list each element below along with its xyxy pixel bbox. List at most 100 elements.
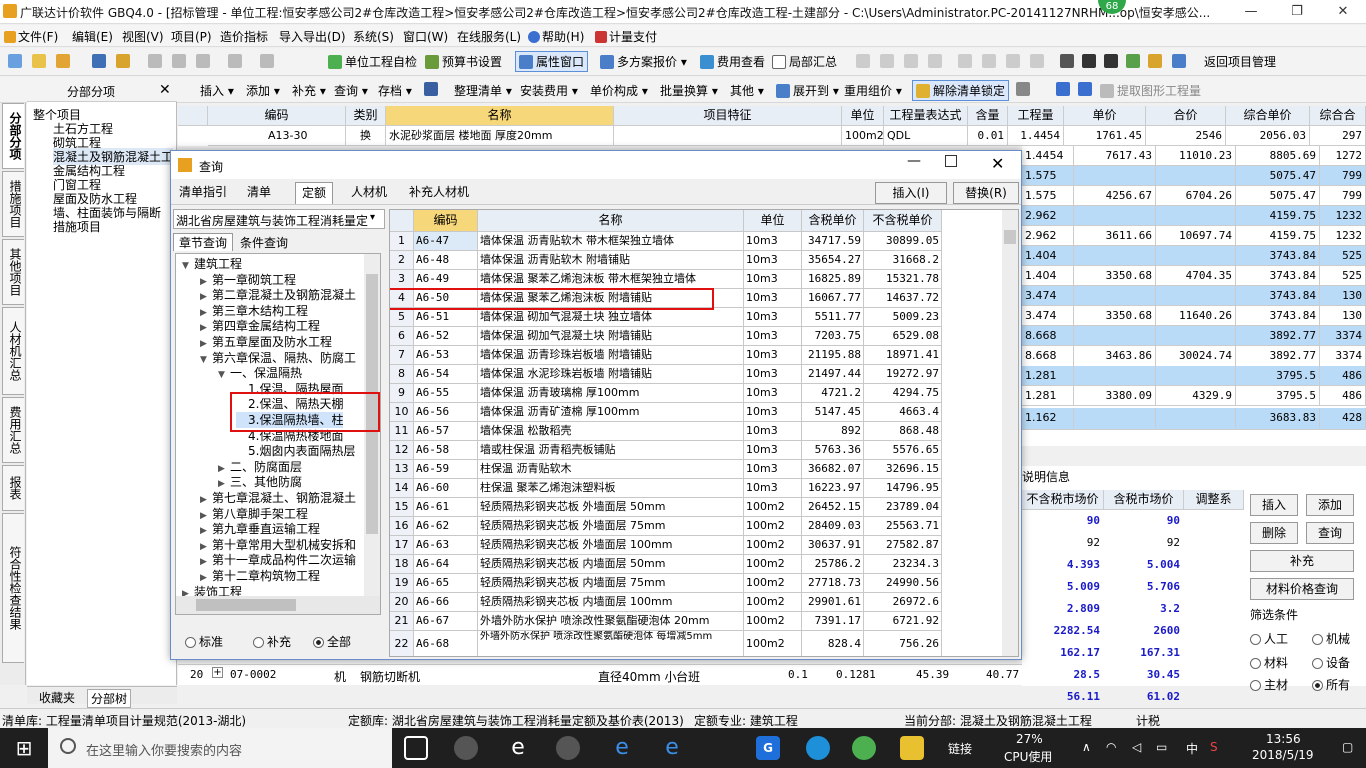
table-row[interactable]: 2.962 3611.66 10697.74 4159.75 1232 <box>1022 226 1366 246</box>
cell-composite-price[interactable]: 3795.5 <box>1236 366 1320 386</box>
cell-price[interactable]: 3463.86 <box>1074 346 1156 366</box>
cell-composite-total[interactable]: 3374 <box>1320 346 1366 366</box>
cell-quantity[interactable]: 1.281 <box>1022 366 1074 386</box>
detail-query-button[interactable]: 查询 <box>1306 522 1354 544</box>
cell-price[interactable]: 4256.67 <box>1074 186 1156 206</box>
sogou-icon[interactable]: S <box>1210 740 1218 754</box>
col-header-content[interactable]: 含量 <box>968 106 1008 126</box>
col-header-composite-price[interactable]: 综合单价 <box>1226 106 1310 126</box>
radio-standard[interactable]: 标准 <box>185 633 223 650</box>
cell-quantity[interactable]: 1.4454 <box>1022 146 1074 166</box>
restore-button[interactable]: ❐ <box>1274 0 1320 24</box>
row-number[interactable]: 16 <box>390 517 414 536</box>
redo-icon[interactable] <box>260 54 274 68</box>
col-header-code[interactable]: 编码 <box>414 210 478 232</box>
supplement-menu-button[interactable]: 补充 ▾ <box>292 82 326 99</box>
up-arrow-icon[interactable] <box>1056 82 1070 96</box>
taskbar-search-box[interactable]: 在这里输入你要搜索的内容 <box>48 728 392 768</box>
clock-time[interactable]: 13:56 <box>1266 732 1301 746</box>
tab-other-items[interactable]: 其他项目 <box>2 239 24 305</box>
tree-node[interactable]: ▶ 第八章脚手架工程 <box>200 506 308 522</box>
radio-all[interactable]: 全部 <box>313 633 351 650</box>
cell-name[interactable]: 轻质隔热彩钢夹芯板 内墙面层 100mm <box>478 593 744 612</box>
sort-list-button[interactable]: 整理清单 ▾ <box>454 82 512 99</box>
cell-quantity[interactable]: 1.404 <box>1022 266 1074 286</box>
menu-measure-pay[interactable]: 计量支付 <box>595 28 657 45</box>
cell-notax-price[interactable]: 23234.3 <box>864 555 942 574</box>
cell-name[interactable]: 墙体保温 沥青贴软木 带木框架独立墙体 <box>478 232 744 251</box>
cell-price[interactable] <box>1074 366 1156 386</box>
col-header-expression[interactable]: 工程量表达式 <box>884 106 968 126</box>
close-button[interactable]: ✕ <box>1320 0 1366 24</box>
row-number[interactable]: 5 <box>390 308 414 327</box>
cell-composite-price[interactable]: 3892.77 <box>1236 326 1320 346</box>
row-number[interactable]: 14 <box>390 479 414 498</box>
cell-unit[interactable]: 10m3 <box>744 327 802 346</box>
menu-system[interactable]: 系统(S) <box>353 28 394 45</box>
filter-material-radio[interactable]: 材料 <box>1250 654 1288 671</box>
cell-composite-total[interactable]: 130 <box>1320 286 1366 306</box>
cell-composite-total[interactable]: 799 <box>1320 186 1366 206</box>
cell-notax-price[interactable]: 4663.4 <box>864 403 942 422</box>
expand-to-button[interactable]: 展开到 ▾ <box>776 82 839 99</box>
expand-plus-icon[interactable]: + <box>212 667 223 678</box>
detail-market-price[interactable]: 5.009 <box>1022 580 1100 593</box>
cell-code[interactable]: A6-62 <box>414 517 478 536</box>
cell-composite-total[interactable]: 297 <box>1310 126 1366 146</box>
detail-add-button[interactable]: 添加 <box>1306 494 1354 516</box>
row-number[interactable]: 13 <box>390 460 414 479</box>
cell-composite-price[interactable]: 4159.75 <box>1236 226 1320 246</box>
binoculars-icon[interactable] <box>424 82 438 96</box>
table-row[interactable]: 1.404 3743.84 525 <box>1022 246 1366 266</box>
menu-file[interactable]: 文件(F) <box>4 28 58 45</box>
cell-unit[interactable]: 100m2 <box>744 593 802 612</box>
cell-price[interactable] <box>1074 286 1156 306</box>
cell-name[interactable]: 墙体保温 砌加气混凝土块 独立墙体 <box>478 308 744 327</box>
cell-composite-total[interactable]: 1232 <box>1320 206 1366 226</box>
cell-composite-price[interactable]: 3795.5 <box>1236 386 1320 406</box>
cell-total[interactable]: 4704.35 <box>1156 266 1236 286</box>
cell-name[interactable]: 轻质隔热彩钢夹芯板 外墙面层 75mm <box>478 517 744 536</box>
detail-insert-button[interactable]: 插入 <box>1250 494 1298 516</box>
col-header-unit[interactable]: 单位 <box>744 210 802 232</box>
cell-unit[interactable]: 100m2 <box>744 612 802 631</box>
material-price-query-button[interactable]: 材料价格查询 <box>1250 578 1354 600</box>
reuse-price-button[interactable]: 重用组价 ▾ <box>844 82 902 99</box>
cell-unit[interactable]: 10m3 <box>744 346 802 365</box>
row-number[interactable]: 18 <box>390 555 414 574</box>
insert-menu-button[interactable]: 插入 ▾ <box>200 82 234 99</box>
cell-code[interactable]: A6-63 <box>414 536 478 555</box>
cell-composite-total[interactable]: 1272 <box>1320 146 1366 166</box>
cell-total[interactable]: 2546 <box>1146 126 1226 146</box>
cell-code[interactable]: A6-64 <box>414 555 478 574</box>
row-number[interactable]: 17 <box>390 536 414 555</box>
new-icon[interactable] <box>8 54 22 68</box>
cell-tax-price[interactable]: 26452.15 <box>802 498 864 517</box>
windows-start-icon[interactable]: ⊞ <box>12 736 36 760</box>
menu-cost-index[interactable]: 造价指标 <box>220 28 268 45</box>
cell-composite-total[interactable]: 3374 <box>1320 326 1366 346</box>
ime-indicator[interactable]: 中 <box>1186 740 1198 757</box>
self-check-button[interactable]: 单位工程自检 <box>328 53 417 70</box>
cell-code[interactable]: A6-52 <box>414 327 478 346</box>
cell-composite-price[interactable]: 3743.84 <box>1236 306 1320 326</box>
cell-composite-price[interactable]: 3683.83 <box>1236 408 1320 428</box>
cell-code[interactable]: A6-58 <box>414 441 478 460</box>
cell-total[interactable]: 4329.9 <box>1156 386 1236 406</box>
cell-unit[interactable]: 100m2 <box>744 631 802 656</box>
property-window-button[interactable]: 属性窗口 <box>515 51 589 72</box>
cell-quantity[interactable]: 1.4454 <box>1008 126 1064 146</box>
filter-labor-radio[interactable]: 人工 <box>1250 630 1288 647</box>
cell-name[interactable]: 轻质隔热彩钢夹芯板 外墙面层 100mm <box>478 536 744 555</box>
cell-total[interactable]: 10697.74 <box>1156 226 1236 246</box>
cell-code[interactable]: A6-49 <box>414 270 478 289</box>
tree-node[interactable]: ▶ 第五章屋面及防水工程 <box>200 334 332 350</box>
scrollbar-thumb[interactable] <box>1004 230 1016 244</box>
cell-quantity[interactable]: 2.962 <box>1022 206 1074 226</box>
next-icon[interactable] <box>904 54 918 68</box>
cell-name[interactable]: 轻质隔热彩钢夹芯板 内墙面层 50mm <box>478 555 744 574</box>
row-number[interactable]: 15 <box>390 498 414 517</box>
row-number[interactable]: 20 <box>390 593 414 612</box>
wifi-icon[interactable]: ◠ <box>1106 740 1116 754</box>
row-number[interactable]: 7 <box>390 346 414 365</box>
